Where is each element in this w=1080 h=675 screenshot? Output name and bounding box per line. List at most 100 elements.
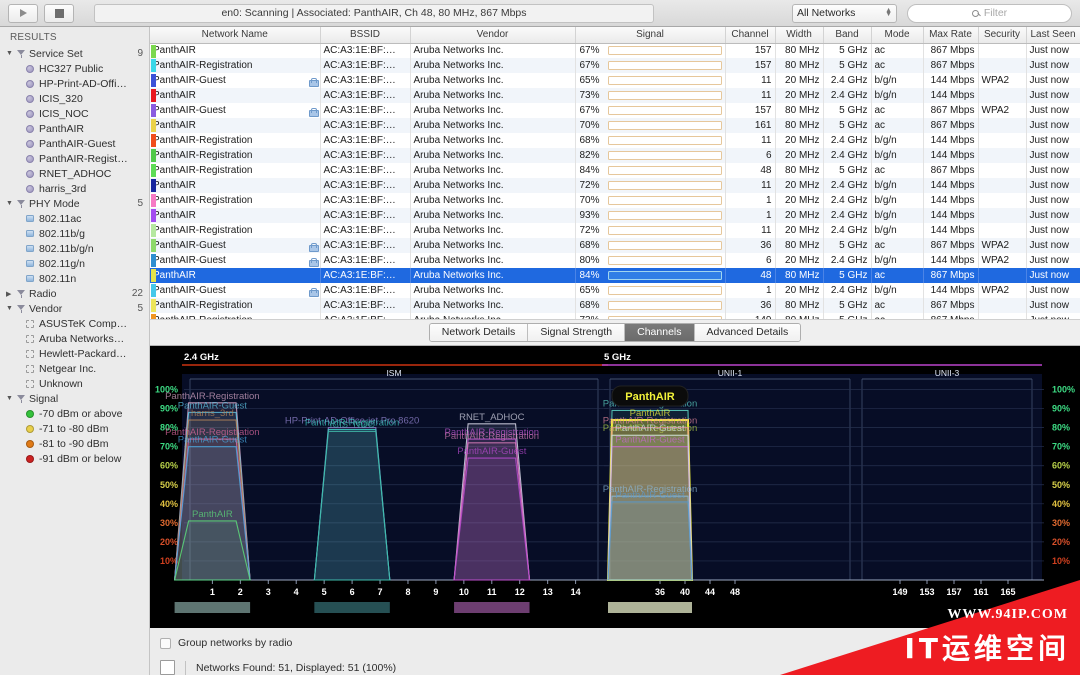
sidebar-item-panthair-regist[interactable]: PanthAIR-Regist…	[0, 151, 149, 166]
col-header-signal[interactable]: Signal	[575, 27, 726, 44]
table-row[interactable]: PanthAIR AC:A3:1E:BF:… Aruba Networks Inc.…	[150, 268, 1080, 283]
sidebar-group-vendor[interactable]: ▼ Vendor 5	[0, 301, 149, 316]
chevron-down-icon[interactable]: ▼	[6, 305, 14, 312]
sidebar-item-802-11b-g-n[interactable]: 802.11b/g/n	[0, 241, 149, 256]
sidebar-group-service-set[interactable]: ▼ Service Set 9	[0, 46, 149, 61]
cell-signal: 70%	[575, 118, 726, 133]
sidebar-item-aruba-networks[interactable]: Aruba Networks…	[0, 331, 149, 346]
chevron-down-icon[interactable]: ▼	[6, 395, 14, 402]
panel-toggle-button[interactable]	[160, 660, 175, 675]
cell-channel: 157	[725, 58, 776, 73]
sidebar-item-81-to-90-dbm[interactable]: -81 to -90 dBm	[0, 436, 149, 451]
table-row[interactable]: PanthAIR-Registration AC:A3:1E:BF:…Aruba …	[150, 193, 1080, 208]
cell-band: 2.4 GHz	[823, 148, 872, 163]
sidebar-item-802-11ac[interactable]: 802.11ac	[0, 211, 149, 226]
sidebar-item-harris-3rd[interactable]: harris_3rd	[0, 181, 149, 196]
network-name-text: PanthAIR-Guest	[153, 284, 226, 296]
sidebar-group-signal[interactable]: ▼ Signal	[0, 391, 149, 406]
table-row[interactable]: PanthAIR AC:A3:1E:BF:… Aruba Networks Inc.…	[150, 43, 1080, 58]
sidebar-item-panthair-guest[interactable]: PanthAIR-Guest	[0, 136, 149, 151]
col-header-max-rate[interactable]: Max Rate	[923, 27, 979, 44]
table-row[interactable]: PanthAIR-Guest AC:A3:1E:BF:… Aruba Network…	[150, 283, 1080, 298]
cell-width: 80 MHz	[775, 103, 824, 118]
cell-network-name: PanthAIR	[150, 208, 321, 223]
scan-play-button[interactable]	[8, 3, 38, 23]
tab-network-details[interactable]: Network Details	[429, 323, 529, 341]
chevron-right-icon[interactable]: ▶	[6, 290, 14, 298]
network-color-chip	[151, 284, 156, 297]
sidebar-item-71-to-80-dbm[interactable]: -71 to -80 dBm	[0, 421, 149, 436]
sidebar-item-icis-320[interactable]: ICIS_320	[0, 91, 149, 106]
col-header-mode[interactable]: Mode	[871, 27, 924, 44]
filter-search-field[interactable]: Filter	[907, 3, 1072, 23]
sidebar-group-radio[interactable]: ▶ Radio 22	[0, 286, 149, 301]
table-row[interactable]: PanthAIR-Guest AC:A3:1E:BF:… Aruba Network…	[150, 103, 1080, 118]
network-envelope[interactable]: PanthAIR-Guest	[607, 490, 693, 581]
col-header-vendor[interactable]: Vendor	[410, 27, 576, 44]
networks-table-scroll[interactable]: Network Name BSSID Vendor Signal Channel Widt…	[150, 27, 1080, 319]
table-row[interactable]: PanthAIR-Registration AC:A3:1E:BF:…Aruba …	[150, 163, 1080, 178]
table-row[interactable]: PanthAIR AC:A3:1E:BF:… Aruba Networks Inc.…	[150, 118, 1080, 133]
tab-channels[interactable]: Channels	[625, 323, 695, 341]
table-row[interactable]: PanthAIR-Guest AC:A3:1E:BF:… Aruba Network…	[150, 253, 1080, 268]
cell-max-rate: 144 Mbps	[923, 88, 979, 103]
sidebar-item-netgear-inc[interactable]: Netgear Inc.	[0, 361, 149, 376]
col-header-channel[interactable]: Channel	[725, 27, 776, 44]
sidebar-item-70-dbm-or-above[interactable]: -70 dBm or above	[0, 406, 149, 421]
col-header-bssid[interactable]: BSSID	[320, 27, 411, 44]
tab-segmented-control[interactable]: Network Details Signal Strength Channels Ad…	[428, 322, 802, 342]
table-row[interactable]: PanthAIR-Guest AC:A3:1E:BF:… Aruba Network…	[150, 238, 1080, 253]
sidebar-item-91-dbm-or-below[interactable]: -91 dBm or below	[0, 451, 149, 466]
sidebar-item-hc327-public[interactable]: HC327 Public	[0, 61, 149, 76]
table-header-row[interactable]: Network Name BSSID Vendor Signal Channel Widt…	[150, 27, 1080, 44]
sidebar-group-phy-mode[interactable]: ▼ PHY Mode 5	[0, 196, 149, 211]
network-name-text: PanthAIR-Registration	[153, 60, 253, 71]
chevron-down-icon[interactable]: ▼	[6, 200, 14, 207]
table-row[interactable]: PanthAIR AC:A3:1E:BF:… Aruba Networks Inc.…	[150, 208, 1080, 223]
table-row[interactable]: PanthAIR-Registration AC:A3:1E:BF:…Aruba …	[150, 148, 1080, 163]
table-row[interactable]: PanthAIR-Registration AC:A3:1E:BF:…Aruba …	[150, 58, 1080, 73]
sidebar-item-802-11n[interactable]: 802.11n	[0, 271, 149, 286]
col-header-network-name[interactable]: Network Name	[150, 27, 321, 44]
table-row[interactable]: PanthAIR AC:A3:1E:BF:… Aruba Networks Inc.…	[150, 178, 1080, 193]
sidebar-item-rnet-adhoc[interactable]: RNET_ADHOC	[0, 166, 149, 181]
sidebar-item-hp-print-ad-offi[interactable]: HP-Print-AD-Offi…	[0, 76, 149, 91]
y-tick-label: 70%	[160, 442, 178, 452]
cell-security	[978, 88, 1027, 103]
tab-signal-strength[interactable]: Signal Strength	[528, 323, 626, 341]
sidebar-item-panthair[interactable]: PanthAIR	[0, 121, 149, 136]
globe-icon	[26, 184, 34, 193]
channels-chart[interactable]: 2.4 GHz 5 GHz ISM UNII-1 UNII-3 100% 100% 90% 90…	[150, 346, 1080, 628]
table-row[interactable]: PanthAIR-Registration AC:A3:1E:BF:…Aruba …	[150, 133, 1080, 148]
cell-bssid: AC:A3:1E:BF:…	[320, 118, 411, 133]
chevron-down-icon[interactable]: ▼	[6, 50, 14, 57]
tab-advanced-details[interactable]: Advanced Details	[694, 323, 801, 341]
cell-security: WPA2	[978, 238, 1027, 253]
cell-width: 80 MHz	[775, 298, 824, 313]
sidebar-item-802-11b-g[interactable]: 802.11b/g	[0, 226, 149, 241]
table-row[interactable]: PanthAIR-Registration AC:A3:1E:BF:…Aruba …	[150, 223, 1080, 238]
group-networks-checkbox[interactable]	[160, 637, 171, 649]
table-row[interactable]: PanthAIR-Registration AC:A3:1E:BF:…Aruba …	[150, 298, 1080, 313]
filter-funnel-icon	[17, 49, 26, 58]
sidebar-item-label: 802.11b/g/n	[39, 242, 94, 255]
table-row[interactable]: PanthAIR-Guest AC:A3:1E:BF:… Aruba Network…	[150, 73, 1080, 88]
group-by-radio-row[interactable]: Group networks by radio	[160, 634, 1080, 652]
col-header-band[interactable]: Band	[823, 27, 872, 44]
col-header-last-seen[interactable]: Last Seen	[1026, 27, 1080, 44]
sidebar-item-icis-noc[interactable]: ICIS_NOC	[0, 106, 149, 121]
cell-network-name: PanthAIR-Registration	[150, 58, 321, 73]
col-header-security[interactable]: Security	[978, 27, 1027, 44]
sidebar-item-asustek-comp[interactable]: ASUSTeK Comp…	[0, 316, 149, 331]
scan-stop-button[interactable]	[44, 3, 74, 23]
col-header-width[interactable]: Width	[775, 27, 824, 44]
cell-security	[978, 148, 1027, 163]
table-row[interactable]: PanthAIR AC:A3:1E:BF:… Aruba Networks Inc.…	[150, 88, 1080, 103]
cell-signal: 84%	[575, 163, 726, 178]
network-filter-select[interactable]: All Networks ▲ ▼	[792, 3, 897, 23]
sidebar-item-802-11g-n[interactable]: 802.11g/n	[0, 256, 149, 271]
channels-chart-svg: 2.4 GHz 5 GHzISM UNII-1 UNII-3100% 100%90% 90…	[150, 346, 1080, 628]
sidebar-item-hewlett-packard[interactable]: Hewlett-Packard…	[0, 346, 149, 361]
sidebar-item-unknown[interactable]: Unknown	[0, 376, 149, 391]
cell-bssid: AC:A3:1E:BF:…	[320, 178, 411, 193]
